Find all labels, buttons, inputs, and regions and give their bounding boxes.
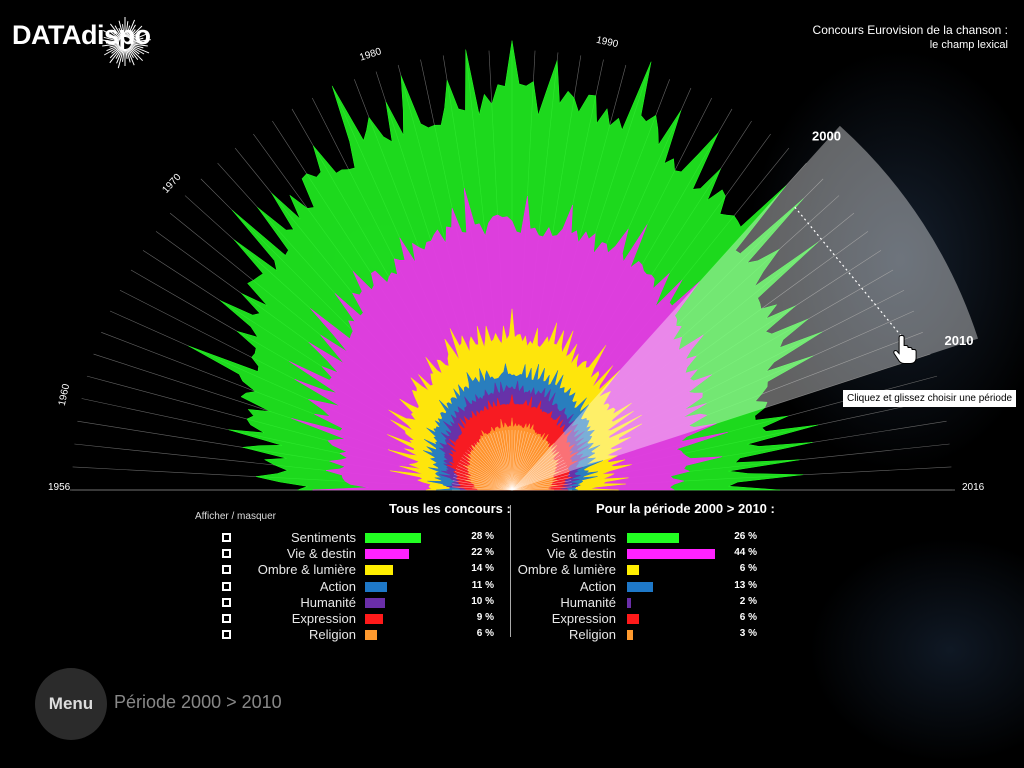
period-label: Expression [551, 611, 616, 626]
all-label: Ombre & lumière [257, 562, 356, 578]
decade-label: 1960 [57, 382, 72, 406]
period-label: Action [579, 578, 616, 594]
toggle-header: Afficher / masquer [195, 511, 276, 522]
page-title: Concours Eurovision de la chanson : [812, 23, 1008, 37]
all-label: Action [319, 578, 356, 594]
period-label: Période 2000 > 2010 [114, 692, 282, 712]
logo-burst-icon [99, 17, 151, 69]
period-pct: 6 % [739, 612, 757, 623]
period-bar [627, 533, 679, 543]
decade-label: 1980 [358, 46, 383, 63]
period-label: Sentiments [550, 530, 616, 545]
period-pct: 44 % [734, 547, 757, 559]
menu-button[interactable]: Menu [35, 668, 107, 740]
x-end-label: 2016 [962, 482, 985, 493]
all-label: Sentiments [290, 530, 356, 545]
all-label: Religion [309, 627, 356, 643]
page-subtitle: le champ lexical [929, 39, 1008, 51]
decade-label: 2010 [945, 333, 974, 348]
selection-tooltip: Cliquez et glissez choisir une période [843, 390, 1017, 407]
all-label: Humanité [300, 594, 356, 610]
decade-label: 1970 [160, 172, 183, 196]
all-bar [365, 581, 387, 592]
period-label: Vie & destin [546, 546, 616, 562]
all-bar [365, 565, 393, 576]
all-bar [365, 614, 383, 624]
period-pct: 6 % [739, 563, 757, 575]
all-bar [365, 597, 385, 608]
period-title: Pour la période 2000 > 2010 : [596, 501, 775, 516]
period-pct: 26 % [734, 531, 757, 542]
period-pct: 13 % [734, 579, 757, 591]
decade-label: 2000 [812, 129, 841, 144]
radial-chart[interactable]: 1956 2016 1960 1970 1980 1990 2000 2010 [0, 0, 1024, 500]
period-label: Ombre & lumière [517, 562, 616, 578]
x-start-label: 1956 [48, 482, 71, 493]
all-label: Vie & destin [286, 546, 356, 562]
period-bar [627, 614, 639, 624]
decade-label: 1990 [595, 35, 619, 50]
all-bar [365, 533, 421, 543]
all-contests-title: Tous les concours : [389, 501, 511, 516]
all-bar [365, 630, 377, 641]
period-bar [627, 581, 653, 592]
period-label: Religion [569, 627, 616, 643]
period-pct: 2 % [739, 595, 757, 607]
all-label: Expression [291, 611, 356, 626]
period-bar [627, 549, 715, 560]
all-bar [365, 549, 409, 560]
period-pct: 3 % [739, 628, 757, 640]
period-label: Humanité [560, 594, 616, 610]
period-bar [627, 565, 639, 576]
period-bar [627, 597, 631, 608]
period-bar [627, 630, 633, 641]
